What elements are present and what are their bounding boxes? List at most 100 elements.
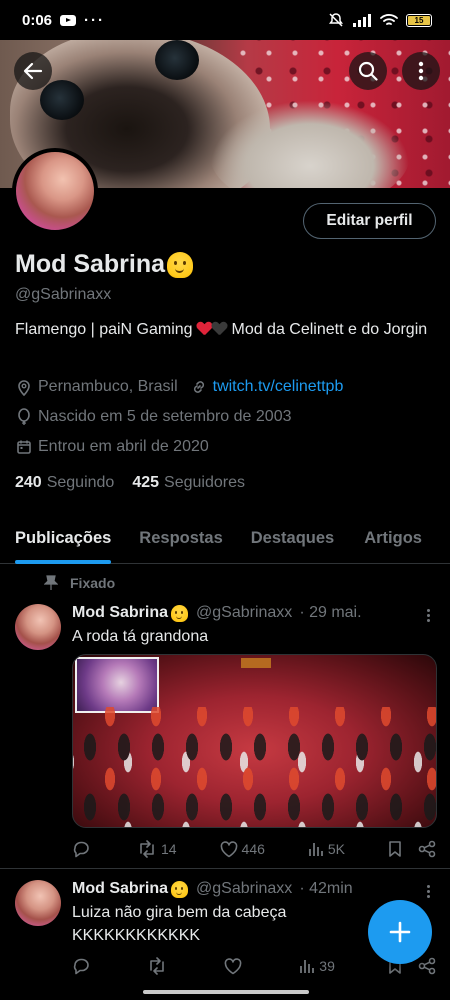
bio-text-1: Flamengo | paiN Gaming — [15, 321, 193, 338]
plus-icon — [389, 921, 411, 943]
post-more-button[interactable] — [420, 882, 436, 900]
bookmark-icon[interactable] — [388, 840, 402, 858]
status-time: 0:06 — [22, 11, 53, 29]
profile-location-row: Pernambuco, Brasil twitch.tv/celinettpb — [15, 378, 343, 396]
followers-label: Seguidores — [164, 474, 245, 491]
status-bar: 0:06 ··· 15 — [0, 0, 450, 40]
follow-stats: 240 Seguindo 425 Seguidores — [15, 474, 245, 492]
profile-joined-date: Entrou em abril de 2020 — [38, 438, 209, 455]
melting-face-emoji-icon — [171, 604, 189, 622]
post-author-handle: @gSabrinaxx — [196, 604, 293, 621]
post-extra-actions — [388, 840, 436, 858]
media-crowd — [73, 707, 436, 827]
balloon-icon — [15, 408, 33, 426]
pin-icon — [44, 575, 58, 590]
profile-bio: Flamengo | paiN Gaming Mod da Celinett e… — [15, 318, 435, 342]
repost-icon — [150, 957, 164, 975]
post-actions: 14 446 5K — [72, 840, 436, 858]
profile-handle: @gSabrinaxx — [15, 286, 112, 303]
post-media-image[interactable] — [72, 654, 437, 828]
back-button[interactable] — [14, 52, 52, 90]
tab-respostas[interactable]: Respostas — [139, 512, 222, 564]
heart-icon — [224, 957, 242, 974]
signal-icon — [353, 14, 371, 27]
battery-icon: 15 — [406, 13, 432, 27]
profile-name: Mod Sabrina — [15, 250, 166, 278]
red-heart-icon — [197, 322, 212, 336]
streamer-webcam-overlay — [75, 657, 159, 713]
tab-artigos[interactable]: Artigos — [364, 512, 422, 564]
tab-destaques[interactable]: Destaques — [251, 512, 334, 564]
post-text: A roda tá grandona — [72, 628, 209, 645]
media-sign — [241, 658, 271, 668]
like-button[interactable]: 446 — [220, 840, 265, 858]
repost-count: 14 — [160, 841, 177, 857]
post-author-name[interactable]: Mod Sabrina — [72, 880, 168, 898]
post-avatar[interactable] — [15, 604, 61, 650]
views-button[interactable]: 39 — [299, 958, 335, 974]
repost-button[interactable] — [147, 957, 171, 975]
views-button[interactable]: 5K — [308, 841, 345, 857]
post-text: Luiza não gira bem da cabeça KKKKKKKKKKK… — [72, 904, 287, 944]
profile-avatar[interactable] — [12, 148, 98, 234]
profile-location: Pernambuco, Brasil — [38, 378, 178, 395]
post-header: Mod Sabrina @gSabrinaxx · 42min — [72, 880, 353, 898]
tab-publicacoes[interactable]: Publicações — [15, 512, 112, 564]
heart-icon — [220, 840, 237, 857]
black-heart-icon — [212, 322, 227, 336]
post-divider — [0, 868, 450, 869]
more-options-button[interactable] — [402, 52, 440, 90]
more-notifications-icon: ··· — [84, 11, 106, 29]
bar-chart-icon — [300, 960, 315, 973]
profile-birth-row: Nascido em 5 de setembro de 2003 — [15, 408, 291, 426]
followers-link[interactable]: 425 Seguidores — [132, 474, 245, 492]
repost-button[interactable]: 14 — [137, 840, 177, 858]
post-time: · 29 mai. — [299, 604, 362, 621]
melting-face-emoji-icon — [167, 251, 194, 278]
reply-icon — [73, 841, 89, 858]
home-indicator[interactable] — [143, 990, 309, 994]
post-more-button[interactable] — [420, 606, 436, 624]
link-icon — [190, 378, 208, 396]
reply-button[interactable] — [72, 840, 94, 858]
share-icon[interactable] — [418, 957, 436, 975]
bio-text-2: Mod da Celinett e do Jorgin — [231, 321, 428, 338]
melting-face-emoji-icon — [171, 880, 189, 898]
cat-eye — [40, 80, 84, 120]
wifi-icon — [380, 14, 398, 25]
reply-icon — [73, 958, 89, 975]
edit-profile-button[interactable]: Editar perfil — [303, 203, 436, 239]
post-header: Mod Sabrina @gSabrinaxx · 29 mai. — [72, 604, 362, 622]
status-left: 0:06 ··· — [22, 12, 105, 29]
post-time: · 42min — [299, 880, 353, 897]
followers-count: 425 — [132, 474, 160, 491]
bar-chart-icon — [308, 843, 323, 856]
post-author-handle: @gSabrinaxx — [196, 880, 293, 897]
status-right: 15 — [328, 12, 432, 28]
youtube-icon — [60, 14, 77, 26]
compose-post-button[interactable] — [368, 900, 432, 964]
profile-joined-row: Entrou em abril de 2020 — [15, 438, 209, 456]
calendar-icon — [15, 438, 33, 456]
share-icon[interactable] — [418, 840, 436, 858]
profile-tabs: Publicações Respostas Destaques Artigos — [0, 512, 450, 564]
post-actions: 39 — [72, 957, 436, 975]
pinned-label: Fixado — [70, 575, 116, 591]
following-link[interactable]: 240 Seguindo — [15, 474, 114, 492]
like-count: 446 — [241, 841, 265, 857]
post-avatar[interactable] — [15, 880, 61, 926]
location-pin-icon — [15, 378, 33, 396]
profile-website-link[interactable]: twitch.tv/celinettpb — [213, 378, 344, 396]
following-label: Seguindo — [46, 474, 115, 491]
search-icon — [358, 61, 378, 81]
repost-icon — [140, 840, 154, 858]
cat-eye — [155, 40, 199, 80]
pinned-indicator: Fixado — [44, 575, 115, 591]
more-vertical-icon — [418, 61, 424, 81]
reply-button[interactable] — [72, 957, 94, 975]
post-author-name[interactable]: Mod Sabrina — [72, 604, 168, 622]
battery-level: 15 — [408, 15, 430, 25]
search-button[interactable] — [349, 52, 387, 90]
like-button[interactable] — [224, 957, 246, 975]
view-count: 39 — [319, 958, 335, 974]
